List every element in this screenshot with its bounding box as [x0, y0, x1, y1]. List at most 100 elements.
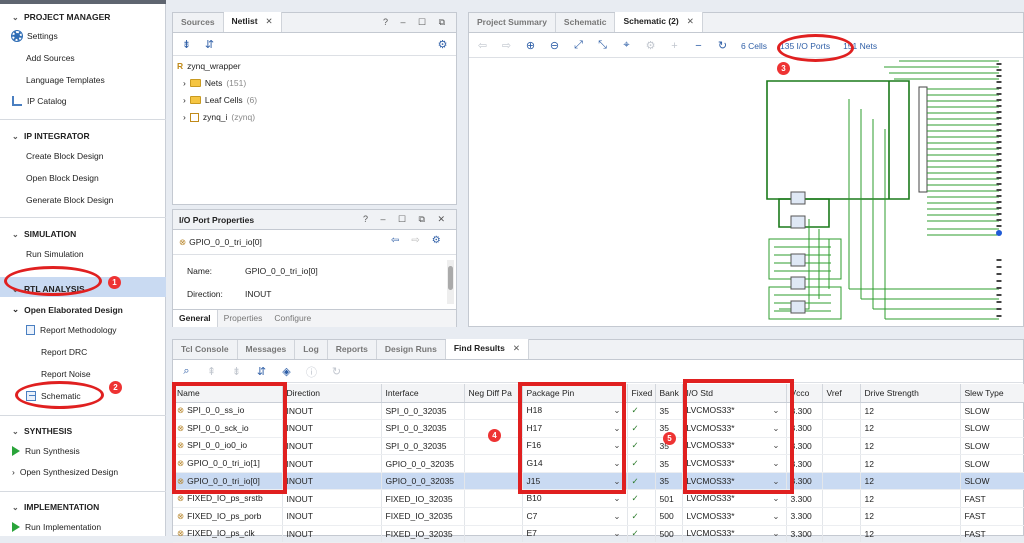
cell-drive[interactable]: 12 [860, 402, 961, 421]
column-header[interactable]: Drive Strength [860, 384, 961, 403]
tab-log[interactable]: Log [295, 340, 328, 359]
dropdown-icon[interactable]: ⌄ [613, 493, 620, 504]
dropdown-icon[interactable]: ⌄ [613, 528, 620, 539]
cell-fixed[interactable]: ✓ [627, 454, 656, 473]
expand-icon[interactable]: ⇵ [204, 38, 215, 51]
tab-design-runs[interactable]: Design Runs [377, 340, 446, 359]
back-arrow-icon[interactable]: ⇦ [391, 235, 399, 246]
minus-icon[interactable]: − [693, 40, 704, 52]
close-icon[interactable]: ✕ [513, 343, 520, 353]
nav-create-block-design[interactable]: Create Block Design [26, 151, 103, 161]
cell-std[interactable]: LVCMOS33* ⌄ [682, 525, 787, 543]
cell-slew[interactable]: FAST [960, 525, 1024, 543]
back-arrow-icon[interactable]: ⇦ [477, 39, 488, 52]
nav-settings[interactable]: Settings [11, 30, 58, 42]
tab-reports[interactable]: Reports [328, 340, 377, 359]
tree-nets[interactable]: › Nets (151) [183, 78, 246, 88]
cell-fixed[interactable]: ✓ [627, 472, 656, 491]
tab-configure[interactable]: Configure [268, 310, 317, 327]
nav-run-simulation[interactable]: Run Simulation [26, 249, 84, 259]
cell-fixed[interactable]: ✓ [627, 402, 656, 421]
zoom-out-icon[interactable]: ⊖ [549, 39, 560, 52]
scroll-thumb[interactable] [448, 266, 453, 290]
cell-slew[interactable]: SLOW [960, 419, 1024, 438]
column-header[interactable]: Bank [655, 384, 683, 403]
search-icon[interactable]: ⌕ [181, 365, 192, 378]
expand-icon[interactable]: ⇟ [231, 365, 242, 378]
add-icon[interactable]: + [669, 40, 680, 52]
cell-fixed[interactable]: ✓ [627, 419, 656, 438]
gear-icon[interactable]: ⚙ [437, 38, 448, 51]
zoom-fit-icon[interactable]: ⤢ [573, 39, 584, 52]
crosshair-icon[interactable]: ⌖ [621, 39, 632, 52]
column-header[interactable]: Neg Diff Pa [464, 384, 523, 403]
forward-arrow-icon[interactable]: ⇨ [411, 235, 419, 246]
tree-leaf-cells[interactable]: › Leaf Cells (6) [183, 95, 257, 105]
nav-generate-block-design[interactable]: Generate Block Design [26, 195, 113, 205]
nav-run-synthesis[interactable]: Run Synthesis [12, 446, 80, 456]
tab-project-summary[interactable]: Project Summary [469, 13, 556, 32]
cell-slew[interactable]: SLOW [960, 402, 1024, 421]
nav-report-methodology[interactable]: Report Methodology [26, 325, 117, 335]
cell-fixed[interactable]: ✓ [627, 525, 656, 543]
regenerate-icon[interactable]: ⚙ [645, 39, 656, 52]
cell-drive[interactable]: 12 [860, 454, 961, 473]
collapse-icon[interactable]: ⇞ [206, 365, 217, 378]
cell-fixed[interactable]: ✓ [627, 507, 656, 526]
column-header[interactable]: Direction [282, 384, 382, 403]
tab-properties[interactable]: Properties [218, 310, 269, 327]
tab-tcl-console[interactable]: Tcl Console [173, 340, 238, 359]
cell-slew[interactable]: FAST [960, 507, 1024, 526]
cell-drive[interactable]: 12 [860, 489, 961, 509]
dropdown-icon[interactable]: ⌄ [772, 493, 779, 504]
tab-find-results[interactable]: Find Results ✕ [445, 339, 529, 359]
tab-sources[interactable]: Sources [173, 13, 224, 32]
dropdown-icon[interactable]: ⌄ [772, 511, 779, 522]
nav-report-drc[interactable]: Report DRC [41, 347, 87, 357]
section-implementation[interactable]: ⌄ IMPLEMENTATION [12, 502, 99, 512]
cell-drive[interactable]: 12 [860, 419, 961, 438]
tree-root[interactable]: Rzynq_wrapper [177, 61, 241, 71]
schematic-canvas[interactable] [469, 59, 1024, 327]
tab-netlist[interactable]: Netlist ✕ [223, 12, 282, 32]
cell-slew[interactable]: FAST [960, 489, 1024, 509]
cell-drive[interactable]: 12 [860, 472, 961, 491]
cell-pin[interactable]: C7 ⌄ [522, 507, 628, 526]
section-project-manager[interactable]: ⌄ PROJECT MANAGER [12, 12, 110, 22]
section-ip-integrator[interactable]: ⌄ IP INTEGRATOR [12, 131, 90, 141]
cell-drive[interactable]: 12 [860, 507, 961, 526]
refresh-icon[interactable]: ↻ [331, 365, 342, 378]
tab-schematic-2[interactable]: Schematic (2) ✕ [615, 12, 703, 32]
cell-drive[interactable]: 12 [860, 437, 961, 456]
cell-fixed[interactable]: ✓ [627, 437, 656, 456]
nav-language-templates[interactable]: Language Templates [26, 75, 105, 85]
dropdown-icon[interactable]: ⌄ [772, 528, 779, 539]
zoom-area-icon[interactable]: ⤡ [597, 39, 608, 52]
group-icon[interactable]: ◈ [281, 365, 292, 378]
window-buttons[interactable]: ? – ☐ ⧉ ✕ [363, 214, 450, 225]
cell-slew[interactable]: SLOW [960, 454, 1024, 473]
tab-general[interactable]: General [173, 310, 218, 327]
nav-open-synthesized-design[interactable]: › Open Synthesized Design [12, 467, 118, 477]
close-icon[interactable]: ✕ [687, 16, 694, 26]
forward-arrow-icon[interactable]: ⇨ [501, 39, 512, 52]
tab-messages[interactable]: Messages [238, 340, 296, 359]
section-synthesis[interactable]: ⌄ SYNTHESIS [12, 426, 72, 436]
column-header[interactable]: Slew Type [960, 384, 1024, 403]
nav-report-noise[interactable]: Report Noise [41, 369, 91, 379]
nav-open-block-design[interactable]: Open Block Design [26, 173, 99, 183]
nav-add-sources[interactable]: Add Sources [26, 53, 75, 63]
refresh-icon[interactable]: ↻ [717, 39, 728, 52]
dropdown-icon[interactable]: ⌄ [613, 511, 620, 522]
nav-open-elaborated-design[interactable]: ⌄ Open Elaborated Design [12, 304, 123, 315]
cell-slew[interactable]: SLOW [960, 472, 1024, 491]
nav-run-implementation[interactable]: Run Implementation [12, 522, 101, 532]
column-header[interactable]: Interface [381, 384, 465, 403]
props-scrollbar[interactable] [447, 260, 454, 304]
tab-schematic[interactable]: Schematic [556, 13, 616, 32]
table-row[interactable]: ⊗ FIXED_IO_ps_porb INOUT FIXED_IO_32035 C7 ⌄ ✓… [173, 507, 1024, 526]
zoom-in-icon[interactable]: ⊕ [525, 39, 536, 52]
cell-slew[interactable]: SLOW [960, 437, 1024, 456]
table-row[interactable]: ⊗ FIXED_IO_ps_clk INOUT FIXED_IO_32035 E7 ⌄ ✓ 5… [173, 525, 1024, 543]
cell-pin[interactable]: E7 ⌄ [522, 525, 628, 543]
